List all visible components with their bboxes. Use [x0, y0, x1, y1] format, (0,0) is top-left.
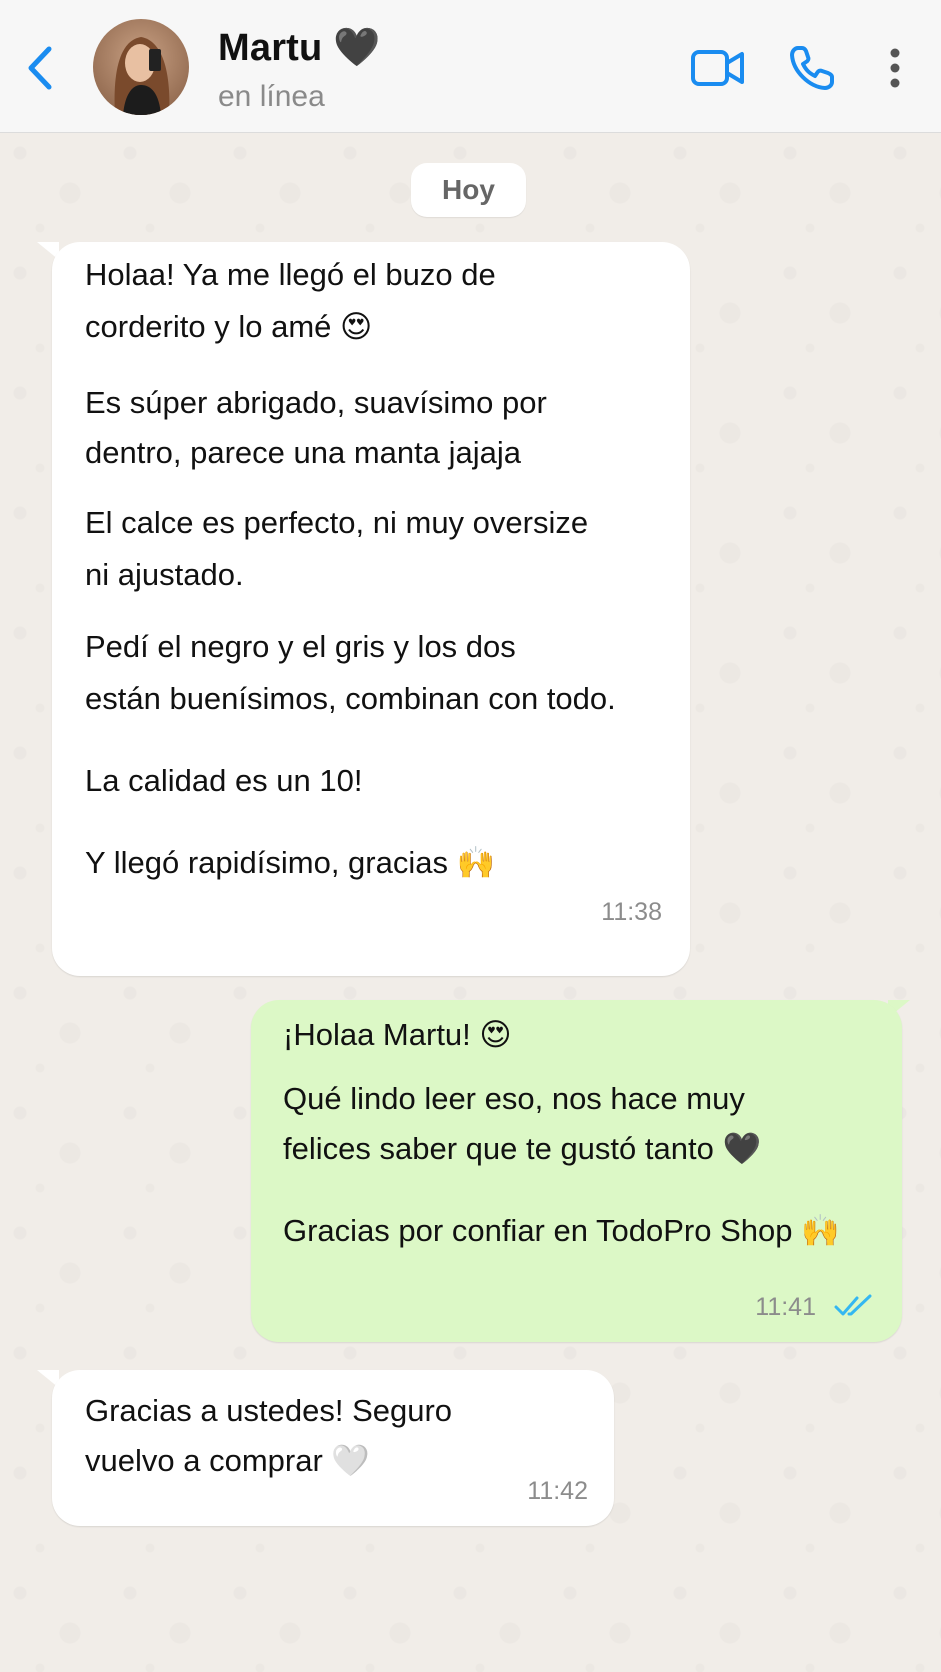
message-bubble-incoming[interactable]: Gracias a ustedes! Seguro vuelvo a compr…: [52, 1370, 614, 1526]
message-text-line: Es súper abrigado, suavísimo por: [85, 385, 547, 420]
message-time: 11:42: [527, 1477, 588, 1505]
message-text-line: vuelvo a comprar 🤍: [85, 1443, 370, 1478]
phone-icon: [790, 46, 834, 90]
message-text-line: Pedí el negro y el gris y los dos: [85, 629, 516, 664]
message-text-line: Qué lindo leer eso, nos hace muy: [283, 1081, 745, 1116]
message-bubble-outgoing[interactable]: ¡Holaa Martu! 😍 Qué lindo leer eso, nos …: [251, 1000, 902, 1342]
video-camera-icon: [691, 50, 744, 86]
more-vertical-icon: [890, 48, 900, 88]
message-text-line: Holaa! Ya me llegó el buzo de: [85, 257, 496, 292]
message-text-line: corderito y lo amé 😍: [85, 309, 373, 344]
message-text-line: Y llegó rapidísimo, gracias 🙌: [85, 845, 496, 880]
double-check-read-icon: [834, 1294, 872, 1316]
message-text-line: El calce es perfecto, ni muy oversize: [85, 505, 589, 540]
message-time: 11:41: [755, 1293, 816, 1321]
more-options-button[interactable]: [878, 40, 912, 96]
avatar-photo: [93, 19, 189, 115]
message-text-line: ¡Holaa Martu! 😍: [283, 1017, 512, 1052]
back-button[interactable]: [18, 40, 62, 96]
date-separator: Hoy: [411, 163, 526, 217]
chat-header: Martu 🖤 en línea: [0, 0, 941, 133]
message-text-line: La calidad es un 10!: [85, 763, 363, 798]
message-time: 11:38: [601, 898, 662, 926]
message-text-line: ni ajustado.: [85, 557, 244, 592]
message-text-line: están buenísimos, combinan con todo.: [85, 681, 616, 716]
message-text-line: dentro, parece una manta jajaja: [85, 435, 522, 470]
message-text-line: Gracias por confiar en TodoPro Shop 🙌: [283, 1213, 840, 1248]
voice-call-button[interactable]: [784, 40, 840, 96]
message-text-line: Gracias a ustedes! Seguro: [85, 1393, 453, 1428]
avatar[interactable]: [93, 19, 189, 115]
chevron-left-icon: [28, 46, 52, 90]
message-bubble-incoming[interactable]: Holaa! Ya me llegó el buzo de corderito …: [52, 242, 690, 976]
message-text-line: felices saber que te gustó tanto 🖤: [283, 1131, 762, 1166]
contact-name[interactable]: Martu 🖤: [218, 26, 381, 70]
video-call-button[interactable]: [690, 40, 746, 96]
contact-status: en línea: [218, 80, 325, 113]
